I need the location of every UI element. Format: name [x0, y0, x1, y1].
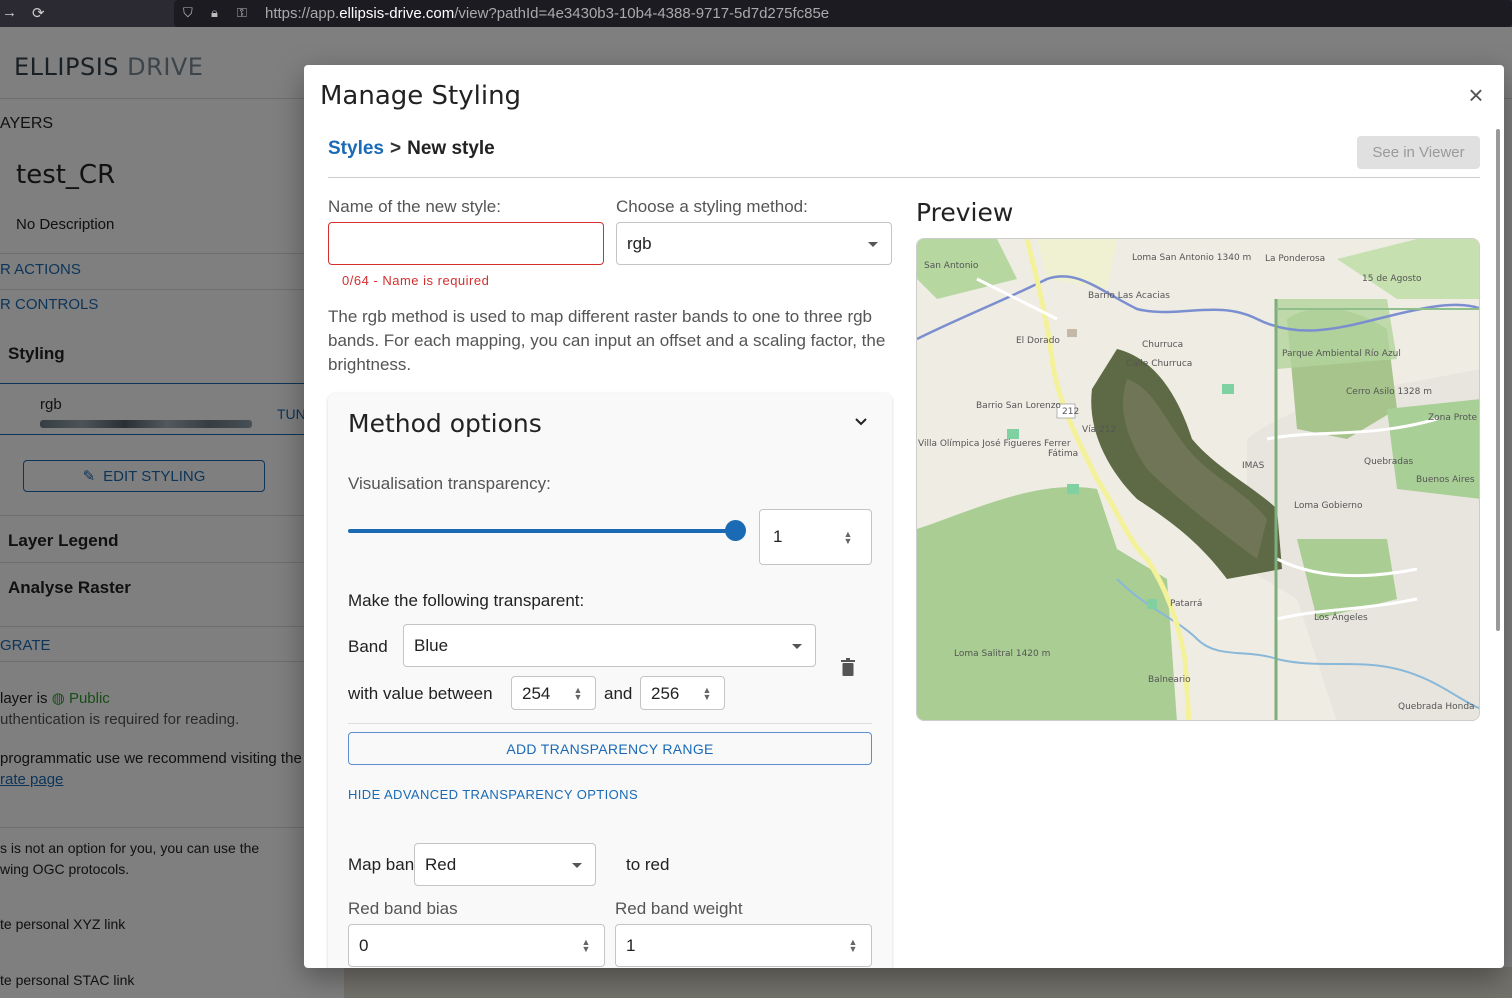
map-label: San Antonio: [924, 261, 979, 271]
styling-method-value: rgb: [627, 234, 652, 253]
map-band-value: Red: [425, 855, 457, 874]
chevron-down-icon[interactable]: [852, 413, 870, 431]
map-label: Patarrá: [1170, 599, 1203, 609]
style-name-error: 0/64 - Name is required: [342, 273, 490, 288]
preview-title: Preview: [916, 198, 1014, 227]
map-label: La Ponderosa: [1265, 254, 1326, 264]
stepper-icon[interactable]: ▲ ▼: [701, 686, 713, 702]
map-label: Vía 212: [1082, 425, 1117, 435]
permissions-icon[interactable]: ⚿: [237, 5, 247, 21]
caret-down-icon: [868, 242, 878, 247]
method-options-panel: Method options Visualisation transparenc…: [328, 393, 892, 968]
value-between-label: with value between: [348, 684, 493, 703]
map-label: 212: [1062, 407, 1080, 417]
map-label: Zona Prote: [1428, 413, 1478, 423]
to-red-label: to red: [626, 855, 670, 874]
styling-method-label: Choose a styling method:: [616, 197, 808, 216]
map-label: Churruca: [1142, 340, 1184, 350]
divider: [328, 177, 1480, 178]
map-label: Parque Ambiental Río Azul: [1282, 349, 1401, 359]
map-band-label: Map band: [348, 855, 424, 874]
shield-icon[interactable]: ⛉: [183, 5, 193, 21]
red-bias-label: Red band bias: [348, 899, 458, 918]
map-label: Quebradas: [1364, 457, 1414, 467]
transparency-slider-handle[interactable]: [725, 520, 746, 541]
range-min-input[interactable]: 254 ▲ ▼: [511, 676, 596, 710]
manage-styling-dialog: Manage Styling × Styles > New style See in…: [304, 65, 1504, 968]
map-label: Villa Olímpica José Figueres Ferrer: [918, 439, 1071, 449]
divider: [348, 723, 872, 724]
breadcrumb-styles-link[interactable]: Styles: [328, 138, 384, 159]
map-label: Barrio Las Acacias: [1088, 291, 1170, 301]
make-transparent-label: Make the following transparent:: [348, 591, 585, 610]
url-text[interactable]: https://app.ellipsis-drive.com/view?path…: [265, 5, 829, 22]
map-label: El Dorado: [1016, 336, 1060, 346]
and-label: and: [604, 684, 633, 703]
map-label: 15 de Agosto: [1362, 274, 1422, 284]
close-icon[interactable]: ×: [1464, 82, 1488, 108]
map-label: Barrio San Lorenzo: [976, 401, 1061, 411]
map-label: Calle Churruca: [1126, 359, 1193, 369]
trash-icon[interactable]: [840, 658, 856, 676]
address-bar[interactable]: ⛉ 🔒︎ ⚿ https://app.ellipsis-drive.com/vi…: [174, 0, 1512, 27]
transparency-label: Visualisation transparency:: [348, 474, 551, 493]
map-band-select[interactable]: Red: [414, 843, 596, 886]
map-label: Fátima: [1048, 449, 1079, 459]
dialog-title: Manage Styling: [320, 81, 522, 111]
band-select[interactable]: Blue: [403, 624, 816, 667]
browser-toolbar: → ⟳ ⛉ 🔒︎ ⚿ https://app.ellipsis-drive.co…: [0, 0, 1512, 27]
forward-icon[interactable]: →: [2, 4, 17, 21]
red-bias-input[interactable]: 0 ▲ ▼: [348, 924, 605, 967]
band-value: Blue: [414, 636, 449, 655]
see-in-viewer-button[interactable]: See in Viewer: [1357, 136, 1480, 169]
caret-down-icon: [792, 644, 802, 649]
style-name-label: Name of the new style:: [328, 197, 501, 216]
band-label: Band: [348, 637, 388, 656]
breadcrumb: Styles > New style: [328, 138, 495, 160]
map-label: Los Ángeles: [1314, 613, 1368, 623]
dialog-scrollbar[interactable]: [1496, 129, 1500, 631]
map-label: IMAS: [1242, 461, 1265, 471]
method-description: The rgb method is used to map different …: [328, 307, 886, 374]
caret-down-icon: [572, 863, 582, 868]
stepper-icon[interactable]: ▲ ▼: [847, 938, 859, 954]
map-label: Cerro Asilo 1328 m: [1346, 387, 1432, 397]
red-weight-input[interactable]: 1 ▲ ▼: [615, 924, 872, 967]
add-transparency-range-button[interactable]: ADD TRANSPARENCY RANGE: [348, 732, 872, 765]
method-options-title: Method options: [348, 409, 542, 438]
red-weight-label: Red band weight: [615, 899, 743, 918]
stepper-icon[interactable]: ▲ ▼: [572, 686, 584, 702]
map-label: Balneario: [1148, 675, 1191, 685]
breadcrumb-separator: >: [389, 138, 402, 159]
stepper-icon[interactable]: ▲ ▼: [842, 530, 854, 546]
styling-method-select[interactable]: rgb: [616, 222, 892, 265]
map-label: Quebrada Honda: [1398, 702, 1475, 712]
breadcrumb-current: New style: [407, 138, 495, 159]
lock-icon[interactable]: 🔒︎: [211, 5, 218, 21]
map-label: Loma Salitral 1420 m: [954, 649, 1051, 659]
range-max-input[interactable]: 256 ▲ ▼: [640, 676, 725, 710]
hide-advanced-options-link[interactable]: HIDE ADVANCED TRANSPARENCY OPTIONS: [348, 787, 638, 802]
map-label: Loma San Antonio 1340 m: [1132, 253, 1252, 263]
reload-icon[interactable]: ⟳: [32, 4, 45, 22]
stepper-icon[interactable]: ▲ ▼: [580, 938, 592, 954]
map-label: Buenos Aires: [1416, 475, 1475, 485]
style-name-input[interactable]: [328, 222, 604, 265]
transparency-slider-track[interactable]: [348, 529, 736, 533]
map-label: Loma Gobierno: [1294, 501, 1363, 511]
transparency-input[interactable]: 1 ▲ ▼: [759, 509, 872, 565]
